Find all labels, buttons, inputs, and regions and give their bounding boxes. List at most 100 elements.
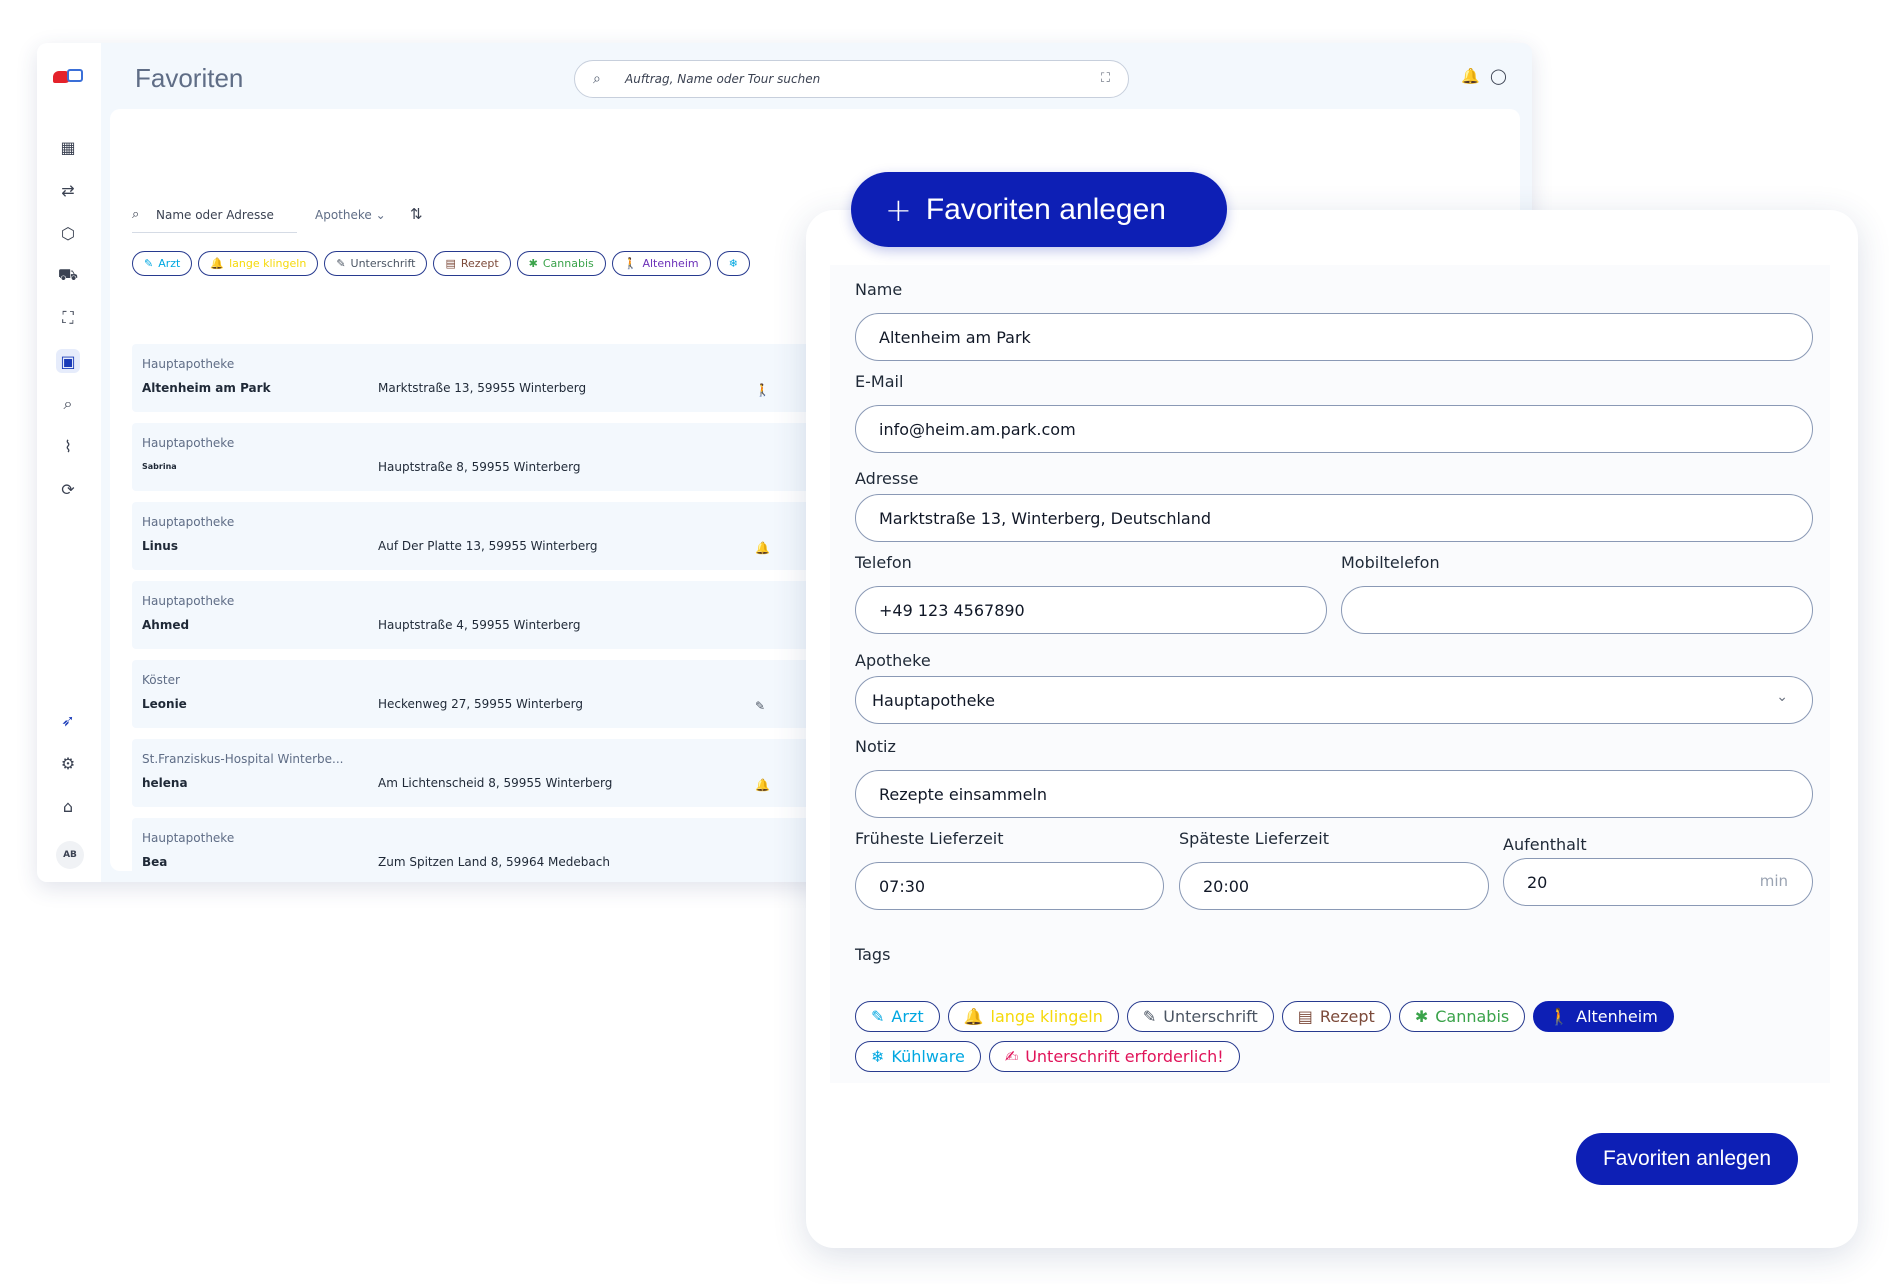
avatar[interactable]: AB <box>56 841 84 869</box>
form-area <box>830 265 1830 1083</box>
earliest-time-value: 07:30 <box>879 876 926 896</box>
receipt-icon: ▤ <box>1297 1007 1313 1026</box>
row-name: Sabrina <box>142 462 177 471</box>
row-pharmacy: Hauptapotheke <box>142 357 235 371</box>
tag-filter-chip[interactable]: ✎ Arzt <box>132 251 193 276</box>
search-icon: ⌕ <box>593 71 601 87</box>
phone-label: Telefon <box>855 553 912 572</box>
scan-icon[interactable]: ⛶ <box>1101 71 1110 86</box>
row-pharmacy: Hauptapotheke <box>142 594 235 608</box>
tag-filter-label: lange klingeln <box>229 257 307 270</box>
elderly-icon: 🚶 <box>1549 1007 1570 1026</box>
pharmacy-filter-dropdown[interactable]: Apotheke ⌄ <box>315 208 386 222</box>
latest-time-label: Späteste Lieferzeit <box>1179 829 1329 848</box>
phone-field[interactable]: +49 123 4567890 <box>855 586 1327 634</box>
clipboard-search-icon[interactable]: ⌕ <box>56 392 80 416</box>
mobile-field[interactable] <box>1341 586 1813 634</box>
tag-filter-chip[interactable]: ✱ Cannabis <box>516 251 606 276</box>
dashboard-icon[interactable]: ▦ <box>56 135 80 159</box>
leaf-icon: ✱ <box>1414 1007 1429 1026</box>
new-favorite-label: Favoriten anlegen <box>925 192 1166 226</box>
row-pharmacy: Köster <box>142 673 180 687</box>
tags-label: Tags <box>855 945 891 964</box>
stay-label: Aufenthalt <box>1503 835 1587 854</box>
stay-field[interactable]: 20 min <box>1503 858 1813 906</box>
row-pharmacy: Hauptapotheke <box>142 515 235 529</box>
tag-filter-label: Arzt <box>158 257 181 270</box>
earliest-time-field[interactable]: 07:30 <box>855 862 1164 910</box>
submit-button[interactable]: Favoriten anlegen <box>1576 1133 1798 1185</box>
search-icon: ⌕ <box>132 207 140 222</box>
row-name: Bea <box>142 855 168 869</box>
store-icon[interactable]: ⌂ <box>56 794 80 818</box>
bell-icon: 🔔 <box>755 541 770 555</box>
note-field[interactable]: Rezepte einsammeln <box>855 770 1813 818</box>
email-field[interactable]: info@heim.am.park.com <box>855 405 1813 453</box>
tag-chip-label: Unterschrift <box>1163 1007 1258 1026</box>
row-pharmacy: St.Franziskus-Hospital Winterbe... <box>142 752 344 766</box>
tag-chip[interactable]: ❄ Kühlware <box>855 1041 981 1072</box>
phone-value: +49 123 4567890 <box>879 600 1025 620</box>
tag-chip[interactable]: 🔔 lange klingeln <box>947 1001 1119 1032</box>
sort-icon[interactable]: ⇅ <box>410 205 423 223</box>
new-favorite-button[interactable]: + Favoriten anlegen <box>851 172 1227 247</box>
pencil-icon: ✎ <box>871 1007 885 1026</box>
search-placeholder[interactable]: Auftrag, Name oder Tour suchen <box>625 72 820 86</box>
pencil-icon: ✎ <box>144 257 154 270</box>
name-value: Altenheim am Park <box>879 327 1031 347</box>
global-search[interactable]: ⌕ Auftrag, Name oder Tour suchen ⛶ <box>574 60 1129 98</box>
tag-chip[interactable]: 🚶 Altenheim <box>1533 1001 1674 1032</box>
tag-chip-label: Arzt <box>891 1007 924 1026</box>
sync-icon[interactable]: ⟳ <box>56 477 80 501</box>
plus-icon: + <box>885 190 912 229</box>
analytics-icon[interactable]: ⌇ <box>56 434 80 458</box>
tag-filter-chip[interactable]: 🚶 Altenheim <box>611 251 711 276</box>
tag-chip[interactable]: ✍ Unterschrift erforderlich! <box>988 1041 1240 1072</box>
tag-chip-label: Kühlware <box>891 1047 965 1066</box>
package-icon[interactable]: ⬡ <box>56 221 80 245</box>
row-pharmacy: Hauptapotheke <box>142 831 235 845</box>
signature-icon: ✍ <box>1004 1047 1019 1066</box>
elderly-icon: 🚶 <box>623 257 638 270</box>
latest-time-field[interactable]: 20:00 <box>1179 862 1489 910</box>
address-field[interactable]: Marktstraße 13, Winterberg, Deutschland <box>855 494 1813 542</box>
pharmacy-select[interactable]: Hauptapotheke ⌄ <box>855 676 1813 724</box>
create-favorite-card <box>806 210 1858 1248</box>
tag-chip[interactable]: ✱ Cannabis <box>1398 1001 1526 1032</box>
tag-chip[interactable]: ✎ Unterschrift <box>1126 1001 1274 1032</box>
row-address: Hauptstraße 8, 59955 Winterberg <box>378 460 581 474</box>
leaf-icon: ✱ <box>528 257 538 270</box>
email-label: E-Mail <box>855 372 904 391</box>
snowflake-icon: ❄ <box>728 257 738 270</box>
tag-filter-chip[interactable]: 🔔 lange klingeln <box>198 251 319 276</box>
tag-filter-chip[interactable]: ▤ Rezept <box>433 251 511 276</box>
contacts-icon[interactable]: ▣ <box>56 349 80 373</box>
mobile-label: Mobiltelefon <box>1341 553 1440 572</box>
pharmacy-filter-label: Apotheke <box>315 208 372 222</box>
receipt-icon: ▤ <box>445 257 456 270</box>
bell-icon[interactable]: 🔔 <box>1461 67 1480 85</box>
logo <box>53 69 85 89</box>
tag-filter-chip[interactable]: ❄ <box>716 251 750 276</box>
list-filter-input[interactable]: ⌕ Name oder Adresse <box>132 203 297 233</box>
tag-filter-chip[interactable]: ✎ Unterschrift <box>324 251 428 276</box>
tag-filter-label: Cannabis <box>542 257 594 270</box>
earliest-time-label: Früheste Lieferzeit <box>855 829 1004 848</box>
tag-chip[interactable]: ▤ Rezept <box>1281 1001 1391 1032</box>
scan-icon[interactable]: ⛶ <box>56 306 80 330</box>
chat-icon[interactable]: ◯ <box>1490 67 1507 85</box>
name-field[interactable]: Altenheim am Park <box>855 313 1813 361</box>
settings-icon[interactable]: ⚙ <box>56 751 80 775</box>
rocket-icon[interactable]: ➶ <box>56 708 80 732</box>
pharmacy-label: Apotheke <box>855 651 931 670</box>
pen-icon: ✎ <box>755 699 766 713</box>
page-title: Favoriten <box>135 63 244 93</box>
elderly-icon: 🚶 <box>755 383 770 397</box>
row-name: Altenheim am Park <box>142 381 271 395</box>
delivery-truck-icon[interactable]: ⛟ <box>56 263 80 287</box>
row-address: Zum Spitzen Land 8, 59964 Medebach <box>378 855 610 869</box>
tag-chip-label: Altenheim <box>1576 1007 1658 1026</box>
tag-chip-label: Unterschrift erforderlich! <box>1025 1047 1224 1066</box>
routes-icon[interactable]: ⇄ <box>56 178 80 202</box>
tag-chip[interactable]: ✎ Arzt <box>855 1001 940 1032</box>
